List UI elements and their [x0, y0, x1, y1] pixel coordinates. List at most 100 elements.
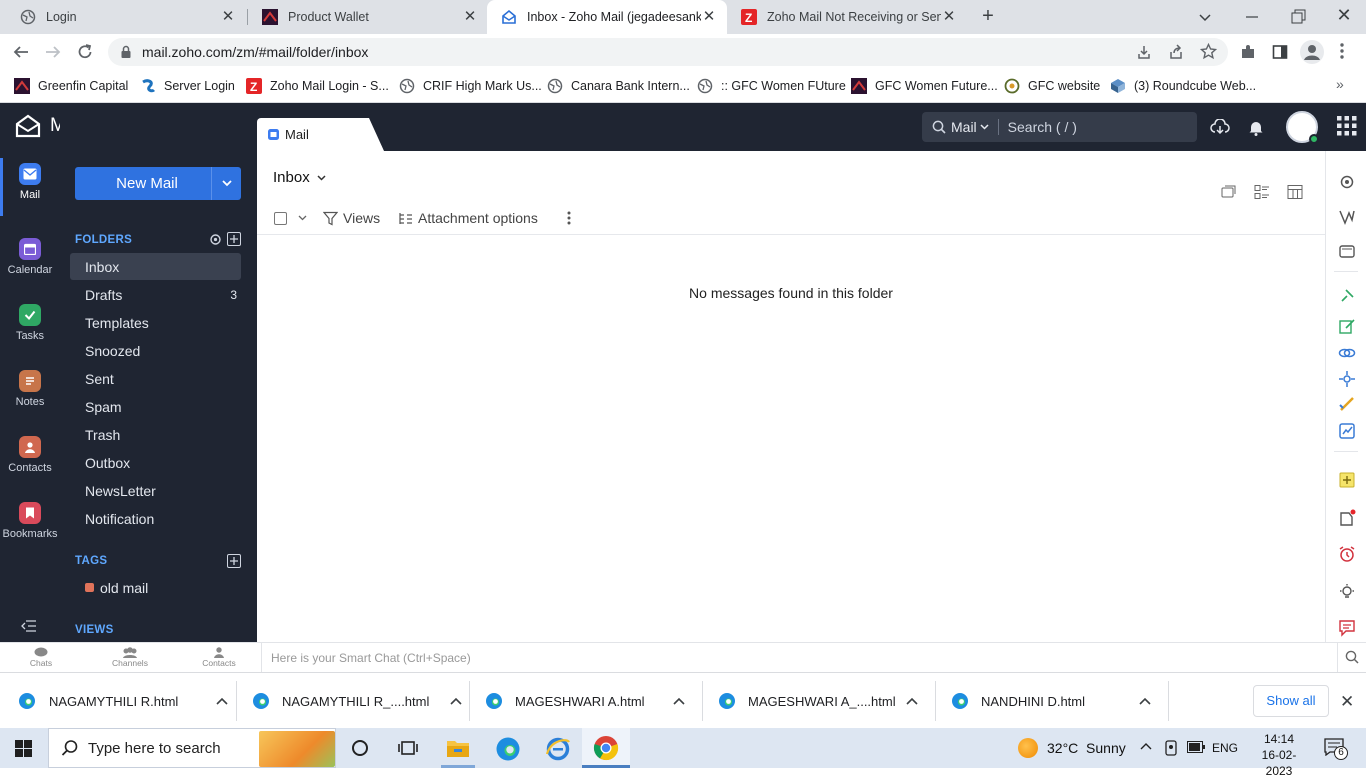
download-item[interactable]: NAGAMYTHILI R_....html	[252, 685, 462, 717]
close-window-icon[interactable]: ✕	[1335, 6, 1353, 24]
folder-newsletter[interactable]: NewsLetter	[70, 477, 241, 504]
close-tab-icon[interactable]: ✕	[462, 9, 478, 25]
windows-start-icon[interactable]	[15, 740, 32, 757]
analytics-icon[interactable]	[1338, 422, 1356, 440]
side-panel-icon[interactable]	[1272, 44, 1288, 60]
link-icon[interactable]	[1338, 344, 1356, 362]
folder-sent[interactable]: Sent	[70, 365, 241, 392]
download-item[interactable]: MAGESHWARI A_....html	[718, 685, 918, 717]
clock[interactable]: 14:14 16-02-2023	[1250, 731, 1308, 779]
rail-bookmarks[interactable]: Bookmarks	[0, 502, 60, 540]
input-language[interactable]: ENG	[1212, 741, 1238, 755]
download-item[interactable]: NANDHINI D.html	[951, 685, 1151, 717]
reload-icon[interactable]	[76, 43, 94, 61]
signature-icon[interactable]	[1338, 208, 1356, 226]
chevron-up-icon[interactable]	[450, 697, 462, 705]
add-tag-icon[interactable]	[227, 554, 241, 568]
more-bookmarks-icon[interactable]: »	[1336, 76, 1344, 92]
battery-icon[interactable]	[1187, 741, 1205, 753]
close-tab-icon[interactable]: ✕	[941, 9, 957, 25]
share-icon[interactable]	[1168, 44, 1184, 60]
browser-tab-zoho-not-receiving[interactable]: Z Zoho Mail Not Receiving or Send ✕	[727, 0, 967, 34]
display-icon[interactable]	[1338, 243, 1356, 261]
bookmark-gfc-website[interactable]: GFC website	[1004, 76, 1100, 96]
chevron-up-icon[interactable]	[673, 697, 685, 705]
forward-icon[interactable]	[44, 43, 62, 61]
more-options-icon[interactable]	[565, 210, 573, 226]
taskbar-search-input[interactable]: Type here to search	[88, 740, 221, 757]
bookmark-gfc-women-future-2[interactable]: GFC Women Future...	[851, 76, 998, 96]
folder-inbox[interactable]: Inbox	[70, 253, 241, 280]
tab-search-icon[interactable]	[1196, 8, 1214, 26]
sticky-note-icon[interactable]	[1338, 471, 1356, 489]
collapse-sidebar-icon[interactable]	[21, 620, 37, 632]
star-icon[interactable]	[1200, 43, 1217, 60]
chrome-taskbar-button[interactable]	[582, 728, 630, 768]
smart-chat-input[interactable]: Here is your Smart Chat (Ctrl+Space)	[271, 651, 471, 665]
bookmark-zoho-mail-login[interactable]: Z Zoho Mail Login - S...	[246, 76, 389, 96]
close-tab-icon[interactable]: ✕	[701, 9, 717, 25]
settings-gear-icon[interactable]	[1338, 173, 1356, 191]
back-icon[interactable]	[12, 43, 30, 61]
folder-outbox[interactable]: Outbox	[70, 449, 241, 476]
folder-drafts[interactable]: Drafts 3	[70, 281, 241, 308]
folder-title-dropdown[interactable]: Inbox	[273, 169, 326, 186]
rail-notes[interactable]: Notes	[0, 370, 60, 408]
meet-now-icon[interactable]	[1163, 739, 1179, 757]
close-downloads-icon[interactable]: ✕	[1340, 692, 1354, 712]
search-input[interactable]: Search ( / )	[1008, 119, 1077, 135]
browser-tab-login[interactable]: Login ✕	[6, 0, 246, 34]
bookmark-roundcube[interactable]: (3) Roundcube Web...	[1110, 76, 1256, 96]
download-item[interactable]: NAGAMYTHILI R.html	[18, 685, 228, 717]
minimize-icon[interactable]	[1243, 8, 1261, 26]
edit-note-icon[interactable]	[1338, 317, 1356, 335]
chrome-menu-icon[interactable]	[1334, 42, 1350, 60]
internet-explorer-icon[interactable]	[545, 736, 571, 762]
check-pencil-icon[interactable]	[1338, 396, 1356, 414]
folder-spam[interactable]: Spam	[70, 393, 241, 420]
notification-bell-icon[interactable]	[1248, 119, 1264, 136]
task-view-icon[interactable]	[398, 739, 418, 757]
new-mail-dropdown-icon[interactable]	[211, 167, 241, 200]
new-tab-button[interactable]: +	[978, 6, 998, 26]
bookmark-gfc-women-future[interactable]: :: GFC Women FUture	[697, 76, 846, 96]
attachment-options-button[interactable]: Attachment options	[398, 210, 538, 226]
taskbar-search-box[interactable]: Type here to search	[48, 728, 336, 768]
folder-templates[interactable]: Templates	[70, 309, 241, 336]
install-app-icon[interactable]	[1136, 44, 1152, 60]
bookmark-greenfin-capital[interactable]: Greenfin Capital	[14, 76, 128, 96]
list-view-icon[interactable]	[1254, 184, 1270, 200]
select-all-checkbox[interactable]	[274, 212, 287, 225]
new-mail-button[interactable]: New Mail	[75, 167, 241, 200]
chevron-up-icon[interactable]	[906, 697, 918, 705]
tag-old-mail[interactable]: old mail	[70, 574, 241, 601]
channels-button[interactable]: Channels	[112, 647, 148, 668]
cortana-circle-icon[interactable]	[351, 739, 369, 757]
folder-settings-gear-icon[interactable]	[209, 233, 222, 246]
weather-sun-icon[interactable]	[1018, 738, 1038, 758]
folder-trash[interactable]: Trash	[70, 421, 241, 448]
folder-notification[interactable]: Notification	[70, 505, 241, 532]
alarm-clock-icon[interactable]	[1338, 545, 1356, 563]
chevron-up-icon[interactable]	[1139, 697, 1151, 705]
download-item[interactable]: MAGESHWARI A.html	[485, 685, 685, 717]
chevron-up-icon[interactable]	[216, 697, 228, 705]
comments-icon[interactable]	[1338, 619, 1356, 637]
apps-grid-icon[interactable]	[1337, 116, 1357, 136]
omnibox[interactable]: mail.zoho.com/zm/#mail/folder/inbox	[108, 38, 1228, 66]
rail-mail[interactable]: Mail	[0, 163, 60, 201]
cloud-sync-icon[interactable]	[1210, 119, 1230, 135]
search-scope-select[interactable]: Mail	[951, 119, 977, 135]
show-all-downloads-button[interactable]: Show all	[1253, 685, 1329, 717]
add-folder-icon[interactable]	[227, 232, 241, 246]
contacts-button[interactable]: Contacts	[201, 647, 237, 668]
edge-browser-icon[interactable]	[495, 736, 521, 762]
lock-icon[interactable]	[120, 45, 132, 59]
rail-tasks[interactable]: Tasks	[0, 304, 60, 342]
extensions-puzzle-icon[interactable]	[1240, 44, 1256, 60]
workflow-icon[interactable]	[1338, 370, 1356, 388]
user-avatar[interactable]	[1286, 111, 1319, 144]
profile-avatar-icon[interactable]	[1300, 40, 1324, 64]
bookmark-crif-high-mark[interactable]: CRIF High Mark Us...	[399, 76, 542, 96]
chats-button[interactable]: Chats	[29, 647, 53, 668]
